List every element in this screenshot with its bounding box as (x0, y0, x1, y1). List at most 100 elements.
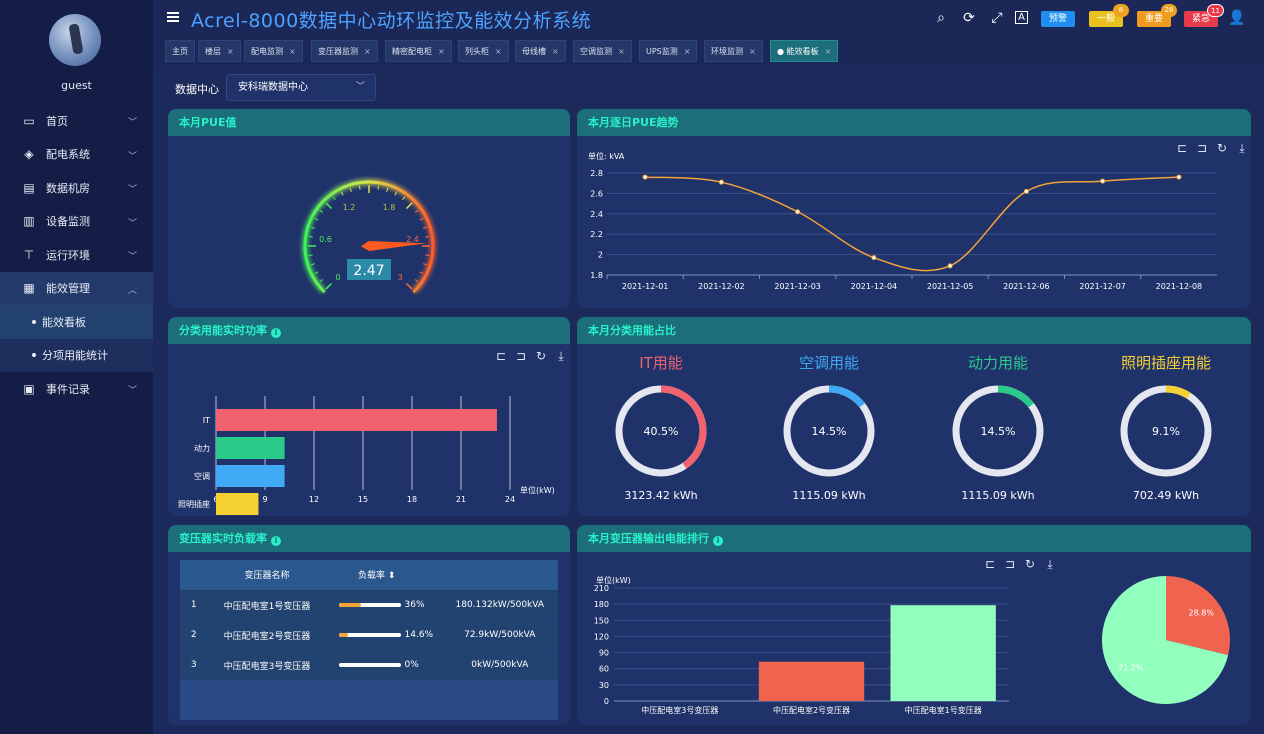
refresh-icon[interactable]: ⟳ (961, 10, 977, 26)
tab-floor[interactable]: 楼层 × (198, 40, 241, 62)
tab-env-monitor[interactable]: 环境监测 × (704, 40, 763, 62)
download-icon[interactable]: ⤓ (1043, 557, 1057, 572)
username: guest (61, 79, 92, 92)
y-tick-label: 1.8 (590, 271, 603, 280)
sidebar-item-power-system[interactable]: ◈ 配电系统 ﹀ (0, 138, 153, 172)
tab-energy-board[interactable]: ● 能效看板 × (770, 40, 839, 62)
tab-ac-monitor[interactable]: 空调监测 × (573, 40, 632, 62)
sidebar-item-device-monitor[interactable]: ▥ 设备监测 ﹀ (0, 205, 153, 239)
table-row[interactable]: 2 中压配电室2号变压器 14.6% 72.9kW/500kVA (180, 619, 558, 650)
sidebar-item-events[interactable]: ▣ 事件记录 ﹀ (0, 372, 153, 406)
table-row[interactable]: 1 中压配电室1号变压器 36% 180.132kW/500kVA (180, 589, 558, 620)
sidebar-subitem-energy-board[interactable]: 能效看板 (0, 305, 153, 339)
close-icon[interactable]: × (749, 47, 756, 56)
gauge-tick (308, 235, 313, 238)
x-tick-label: 2021-12-03 (774, 282, 821, 291)
info-icon[interactable]: i (713, 536, 723, 546)
gauge-tick (332, 196, 336, 201)
gauge-tick (405, 282, 413, 290)
chevron-down-icon: ﹀ (355, 82, 365, 92)
panel-title-text: 本月变压器输出电能排行 (588, 532, 709, 545)
tab-precision-cabinet[interactable]: 精密配电柜 × (385, 40, 452, 62)
gauge-tick (314, 271, 319, 275)
close-icon[interactable]: × (684, 47, 691, 56)
ring-energy: 1115.09 kWh (961, 489, 1034, 502)
alert-warning-button[interactable]: 预警 (1041, 11, 1076, 27)
tab-busway[interactable]: 母线槽 × (515, 40, 566, 62)
alert-important-label: 重要 (1145, 14, 1164, 24)
gauge-tick-label: 3 (398, 273, 403, 282)
download-icon[interactable]: ⤓ (1235, 141, 1249, 156)
close-icon[interactable]: × (289, 47, 296, 56)
data-point (642, 174, 648, 180)
restore-icon[interactable]: ↻ (1215, 141, 1229, 156)
info-icon[interactable]: i (271, 536, 281, 546)
panel-transformer-load: 变压器实时负载率 i 变压器名称 负载率 ⬍ 1 中压配电室1号变压器 36% 180.… (168, 525, 570, 725)
panel-title-text: 变压器实时负载率 (179, 532, 267, 545)
sidebar-item-data-room[interactable]: ▤ 数据机房 ﹀ (0, 171, 153, 205)
bar-chart-icon: ▥ (23, 214, 35, 229)
power-icon: ◈ (24, 147, 34, 162)
panel-title-text: 本月分类用能占比 (588, 324, 676, 337)
close-icon[interactable]: × (364, 47, 371, 56)
tab-transformer[interactable]: 变压器监测 × (311, 40, 378, 62)
restore-icon[interactable]: ↻ (534, 349, 548, 364)
zoom-icon[interactable]: ⊏ (983, 557, 997, 572)
row-index: 2 (180, 619, 209, 650)
gauge-tick (419, 271, 424, 275)
close-icon[interactable]: × (552, 47, 559, 56)
download-icon[interactable]: ⤓ (554, 349, 568, 364)
row-index: 3 (180, 649, 209, 680)
sidebar-item-environment[interactable]: ⊤ 运行环境 ﹀ (0, 238, 153, 272)
sidebar-item-label: 运行环境 (46, 248, 90, 262)
column-header-sortable[interactable]: 负载率 ⬍ (326, 560, 442, 590)
bar (890, 605, 996, 701)
zoom-reset-icon[interactable]: ⊐ (514, 349, 528, 364)
ring-energy: 702.49 kWh (1133, 489, 1199, 502)
y-tick-label: 150 (594, 616, 609, 625)
search-icon[interactable]: ⌕ (933, 10, 949, 26)
ring-energy: 3123.42 kWh (624, 489, 697, 502)
tab-label: 列头柜 (465, 47, 489, 56)
zoom-icon[interactable]: ⊏ (494, 349, 508, 364)
tab-label: 空调监测 (580, 47, 612, 56)
alert-general-button[interactable]: 一般 8 (1089, 4, 1130, 27)
header: Acrel-8000数据中心动环监控及能效分析系统 ⌕ ⟳ ⤢ A 预警 一般 … (153, 0, 1264, 38)
gauge-tick-label: 1.2 (343, 203, 356, 212)
tab-ups-monitor[interactable]: UPS监测 × (639, 40, 698, 62)
close-icon[interactable]: × (495, 47, 502, 56)
tab-distribution[interactable]: 配电监测 × (244, 40, 303, 62)
menu-toggle-icon[interactable] (167, 12, 179, 22)
fullscreen-icon[interactable]: ⤢ (989, 10, 1005, 26)
sidebar-subitem-energy-stats[interactable]: 分项用能统计 (0, 338, 153, 372)
chart-toolbox: ⊏ ⊐ ↻ ⤓ (983, 557, 1057, 572)
zoom-reset-icon[interactable]: ⊐ (1195, 141, 1209, 156)
restore-icon[interactable]: ↻ (1023, 557, 1037, 572)
alert-warning-label: 预警 (1049, 14, 1068, 24)
alert-important-button[interactable]: 重要 28 (1137, 4, 1178, 27)
chart-toolbox: ⊏ ⊐ ↻ ⤓ (1175, 141, 1249, 156)
close-icon[interactable]: × (825, 47, 832, 56)
alert-general-label: 一般 (1097, 14, 1116, 24)
chevron-down-icon: ﹀ (127, 252, 137, 262)
zoom-icon[interactable]: ⊏ (1175, 141, 1189, 156)
datacenter-select[interactable]: 安科瑞数据中心 ﹀ (226, 74, 376, 101)
tab-home[interactable]: 主页 (165, 40, 195, 62)
close-icon[interactable]: × (227, 47, 234, 56)
avatar[interactable] (49, 14, 101, 66)
close-icon[interactable]: × (618, 47, 625, 56)
tab-column-head[interactable]: 列头柜 × (458, 40, 509, 62)
y-axis-unit: 单位: kVA (588, 151, 625, 161)
x-tick-label: 12 (309, 495, 319, 504)
close-icon[interactable]: × (438, 47, 445, 56)
y-tick-label: 照明插座 (178, 499, 210, 509)
user-icon[interactable]: 👤 (1228, 10, 1245, 26)
sidebar-item-home[interactable]: ▭ 首页 ﹀ (0, 104, 153, 138)
font-size-icon[interactable]: A (1015, 11, 1028, 24)
zoom-reset-icon[interactable]: ⊐ (1003, 557, 1017, 572)
table-row[interactable]: 3 中压配电室3号变压器 0% 0kW/500kVA (180, 649, 558, 680)
monitor-icon: ▭ (23, 113, 35, 128)
sidebar-item-energy[interactable]: ▦ 能效管理 ︿ (0, 271, 153, 305)
alert-urgent-button[interactable]: 紧急 11 (1184, 4, 1225, 27)
info-icon[interactable]: i (271, 328, 281, 338)
